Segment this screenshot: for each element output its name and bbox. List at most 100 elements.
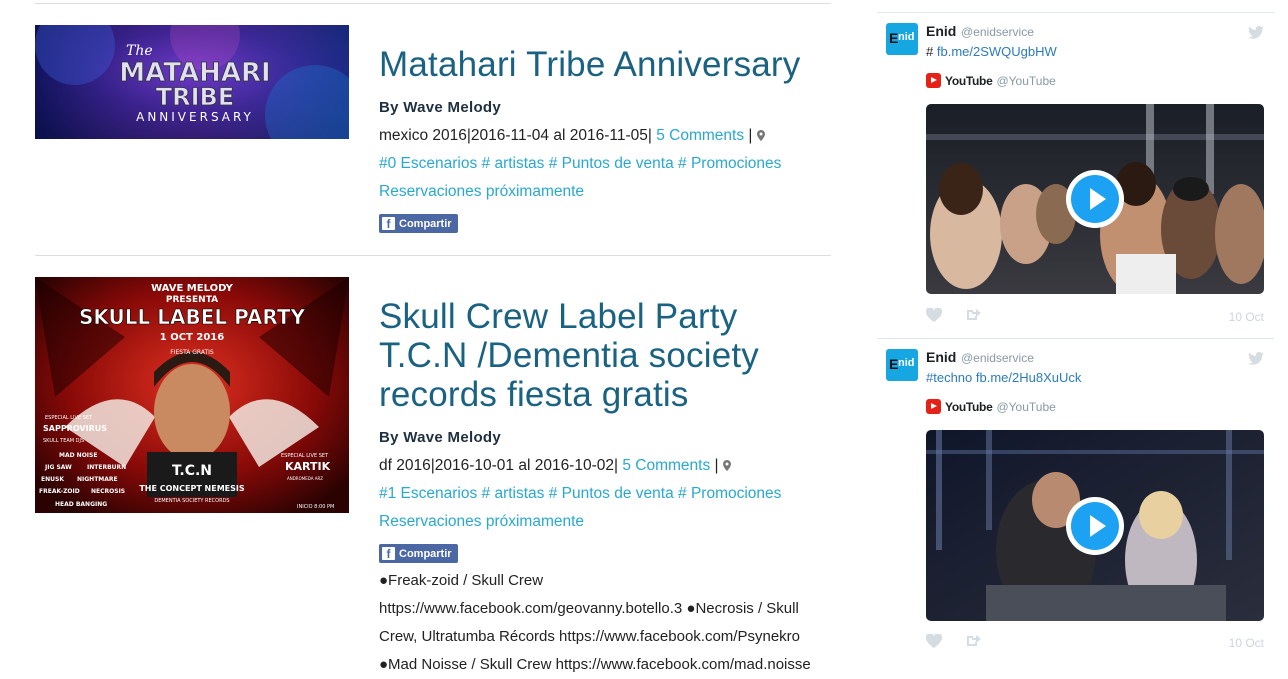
comments-link[interactable]: 5 Comments [656,127,744,144]
post-divider [35,255,831,256]
facebook-icon: f [382,217,395,231]
tag-escenarios[interactable]: #0 Escenarios [379,155,477,172]
svg-text:MAD NOISE: MAD NOISE [59,452,97,459]
svg-text:NECROSIS: NECROSIS [91,488,125,495]
tweet-date[interactable]: 10 Oct [1229,636,1264,650]
play-button[interactable] [1066,496,1124,555]
post-tags: #0 Escenarios # artistas # Puntos de ven… [379,150,831,178]
tweet-date[interactable]: 10 Oct [1229,310,1264,324]
reservations-link[interactable]: Reservaciones próximamente [379,513,584,530]
svg-text:NIGHTMARE: NIGHTMARE [77,476,118,483]
svg-text:ANNIVERSARY: ANNIVERSARY [136,110,254,124]
svg-text:ENUSK: ENUSK [41,476,64,483]
tweet-author-name[interactable]: Enid [926,23,956,39]
post-item: WAVE MELODY PRESENTA SKULL LABEL PARTY 1… [35,277,831,673]
svg-text:DEMENTIA SOCIETY RECORDS: DEMENTIA SOCIETY RECORDS [154,498,229,504]
svg-text:SKULL LABEL PARTY: SKULL LABEL PARTY [79,305,306,329]
map-marker-icon[interactable] [756,130,765,141]
youtube-name: YouTube [945,73,993,88]
map-marker-icon[interactable] [722,460,731,471]
video-thumbnail[interactable] [926,430,1264,621]
facebook-share-button[interactable]: f Compartir [379,214,458,233]
tweet-link[interactable]: fb.me/2SWQUgbHW [937,44,1057,59]
share-icon[interactable] [966,634,982,648]
facebook-share-button[interactable]: f Compartir [379,544,458,563]
share-label: Compartir [399,547,452,560]
youtube-card-header[interactable]: YouTube @YouTube [926,399,1056,414]
play-button[interactable] [1066,170,1124,228]
tweet[interactable]: E nid Enid @enidservice #techno fb.me/2H… [877,338,1274,658]
svg-text:INICIO 8:00 PM: INICIO 8:00 PM [297,504,334,510]
svg-text:JIG SAW: JIG SAW [44,464,72,471]
post-description: ●Freak-zoid / Skull Crew https://www.fac… [379,572,811,673]
svg-text:HEAD BANGING: HEAD BANGING [55,501,107,508]
svg-text:TRIBE: TRIBE [156,83,234,111]
tweet-text: #techno fb.me/2Hu8XuUck [926,370,1081,385]
post-author: By Wave Melody [379,429,502,446]
post-content: Matahari Tribe Anniversary By Wave Melod… [379,45,831,233]
svg-text:1 OCT 2016: 1 OCT 2016 [160,332,224,343]
post-meta: mexico 2016|2016-11-04 al 2016-11-05| 5 … [379,122,831,150]
video-thumbnail[interactable] [926,104,1264,294]
tweet-author-handle[interactable]: @enidservice [961,351,1034,365]
tweet-hashtag[interactable]: #techno [926,370,972,385]
play-icon [1071,175,1119,223]
svg-text:SKULL TEAM DJS: SKULL TEAM DJS [43,438,84,444]
share-label: Compartir [399,217,452,230]
comments-link[interactable]: 5 Comments [622,457,710,474]
meta-separator: | [748,127,753,144]
svg-text:ESPECIAL LIVE SET: ESPECIAL LIVE SET [281,453,329,459]
twitter-bird-icon[interactable] [1248,26,1264,39]
tag-promociones[interactable]: # Promociones [678,155,781,172]
heart-icon[interactable] [926,308,942,322]
svg-text:THE CONCEPT NEMESIS: THE CONCEPT NEMESIS [139,484,245,493]
tweet-author-handle[interactable]: @enidservice [961,25,1034,39]
svg-text:KARTIK: KARTIK [285,460,331,473]
tag-artistas[interactable]: # artistas [482,485,545,502]
tag-artistas[interactable]: # artistas [482,155,545,172]
svg-text:INTERBURN: INTERBURN [87,464,126,471]
avatar[interactable]: E nid [886,349,918,381]
tweet-hashtag: # [926,44,934,59]
post-tags: #1 Escenarios # artistas # Puntos de ven… [379,480,831,508]
reservations-link[interactable]: Reservaciones próximamente [379,183,584,200]
image-text: WAVE MELODY [151,283,234,294]
svg-text:PRESENTA: PRESENTA [166,295,218,305]
post-image[interactable]: WAVE MELODY PRESENTA SKULL LABEL PARTY 1… [35,277,349,513]
reservations-row: Reservaciones próximamente [379,178,831,206]
tag-puntos-de-venta[interactable]: # Puntos de venta [549,155,674,172]
youtube-icon [926,73,941,88]
post-title[interactable]: Skull Crew Label Party T.C.N /Dementia s… [379,297,831,414]
post-meta: df 2016|2016-10-01 al 2016-10-02| 5 Comm… [379,452,831,480]
tag-escenarios[interactable]: #1 Escenarios [379,485,477,502]
twitter-bird-icon[interactable] [1248,352,1264,365]
youtube-card-header[interactable]: YouTube @YouTube [926,73,1056,88]
tweet-link[interactable]: fb.me/2Hu8XuUck [976,370,1082,385]
youtube-icon [926,399,941,414]
svg-text:ESPECIAL LIVE SET: ESPECIAL LIVE SET [45,415,93,421]
svg-text:T.C.N: T.C.N [172,463,212,479]
tag-promociones[interactable]: # Promociones [678,485,781,502]
tweet-text: # fb.me/2SWQUgbHW [926,44,1057,59]
tag-puntos-de-venta[interactable]: # Puntos de venta [549,485,674,502]
tweet[interactable]: E nid Enid @enidservice # fb.me/2SWQUgbH… [877,12,1274,332]
youtube-handle: @YouTube [996,399,1056,414]
post-dates: mexico 2016|2016-11-04 al 2016-11-05| [379,127,652,144]
post-image[interactable]: The MATAHARI TRIBE ANNIVERSARY [35,25,349,139]
facebook-icon: f [382,547,395,561]
share-icon[interactable] [966,308,982,322]
svg-text:SAPPROVIRUS: SAPPROVIRUS [43,424,107,433]
tweet-actions: 10 Oct [926,308,1264,324]
post-divider-top [35,3,831,4]
svg-text:FIESTA GRATIS: FIESTA GRATIS [170,349,214,356]
svg-text:ANDROMEDA ARZ: ANDROMEDA ARZ [287,476,323,481]
post-title[interactable]: Matahari Tribe Anniversary [379,45,831,84]
post-content: Skull Crew Label Party T.C.N /Dementia s… [379,297,831,679]
avatar[interactable]: E nid [886,23,918,55]
tweet-author-name[interactable]: Enid [926,349,956,365]
heart-icon[interactable] [926,634,942,648]
meta-separator: | [714,457,719,474]
youtube-name: YouTube [945,399,993,414]
post-item: The MATAHARI TRIBE ANNIVERSARY Matahari … [35,25,831,245]
play-icon [1071,501,1119,550]
